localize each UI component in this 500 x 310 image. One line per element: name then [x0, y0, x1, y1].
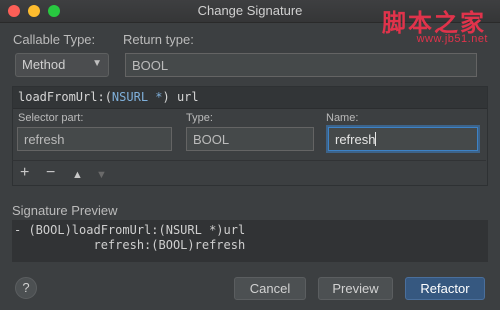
- text-caret: [375, 132, 377, 146]
- move-up-icon[interactable]: ▲: [72, 167, 83, 183]
- move-down-icon[interactable]: ▼: [96, 167, 107, 183]
- method-signature: loadFromUrl:(NSURL *) url: [18, 90, 199, 104]
- preview-line: - (BOOL)loadFromUrl:(NSURL *)url: [14, 223, 246, 237]
- chevron-down-icon: ▼: [92, 58, 102, 69]
- method-signature-row[interactable]: loadFromUrl:(NSURL *) url: [13, 87, 487, 109]
- callable-type-label: Callable Type:: [13, 32, 96, 47]
- method-param-type: NSURL *: [111, 90, 163, 104]
- callable-type-value: Method: [22, 57, 66, 72]
- add-icon[interactable]: +: [20, 165, 29, 181]
- name-input-value: refresh: [335, 132, 376, 147]
- callable-type-select[interactable]: Method ▼: [15, 53, 109, 77]
- selector-part-label: Selector part:: [18, 112, 84, 124]
- signature-preview-label: Signature Preview: [12, 203, 118, 218]
- return-type-input[interactable]: BOOL: [125, 53, 477, 77]
- preview-line: refresh:(BOOL)refresh: [14, 238, 246, 252]
- cancel-button[interactable]: Cancel: [234, 277, 306, 300]
- return-type-label: Return type:: [123, 32, 194, 47]
- method-suffix: ) url: [162, 90, 199, 104]
- name-input[interactable]: refresh: [328, 127, 478, 151]
- remove-icon[interactable]: −: [46, 165, 55, 181]
- refactor-button[interactable]: Refactor: [405, 277, 485, 300]
- type-label: Type:: [186, 112, 213, 124]
- preview-button[interactable]: Preview: [318, 277, 393, 300]
- name-label: Name:: [326, 112, 359, 124]
- type-input[interactable]: BOOL: [186, 127, 314, 151]
- method-prefix: loadFromUrl:(: [18, 90, 112, 104]
- help-button[interactable]: ?: [15, 277, 37, 299]
- selector-part-input[interactable]: refresh: [17, 127, 172, 151]
- parameters-toolbar: + − ▲ ▼: [12, 160, 486, 185]
- watermark-url: www.jb51.net: [416, 33, 488, 45]
- signature-preview: - (BOOL)loadFromUrl:(NSURL *)url refresh…: [12, 220, 488, 262]
